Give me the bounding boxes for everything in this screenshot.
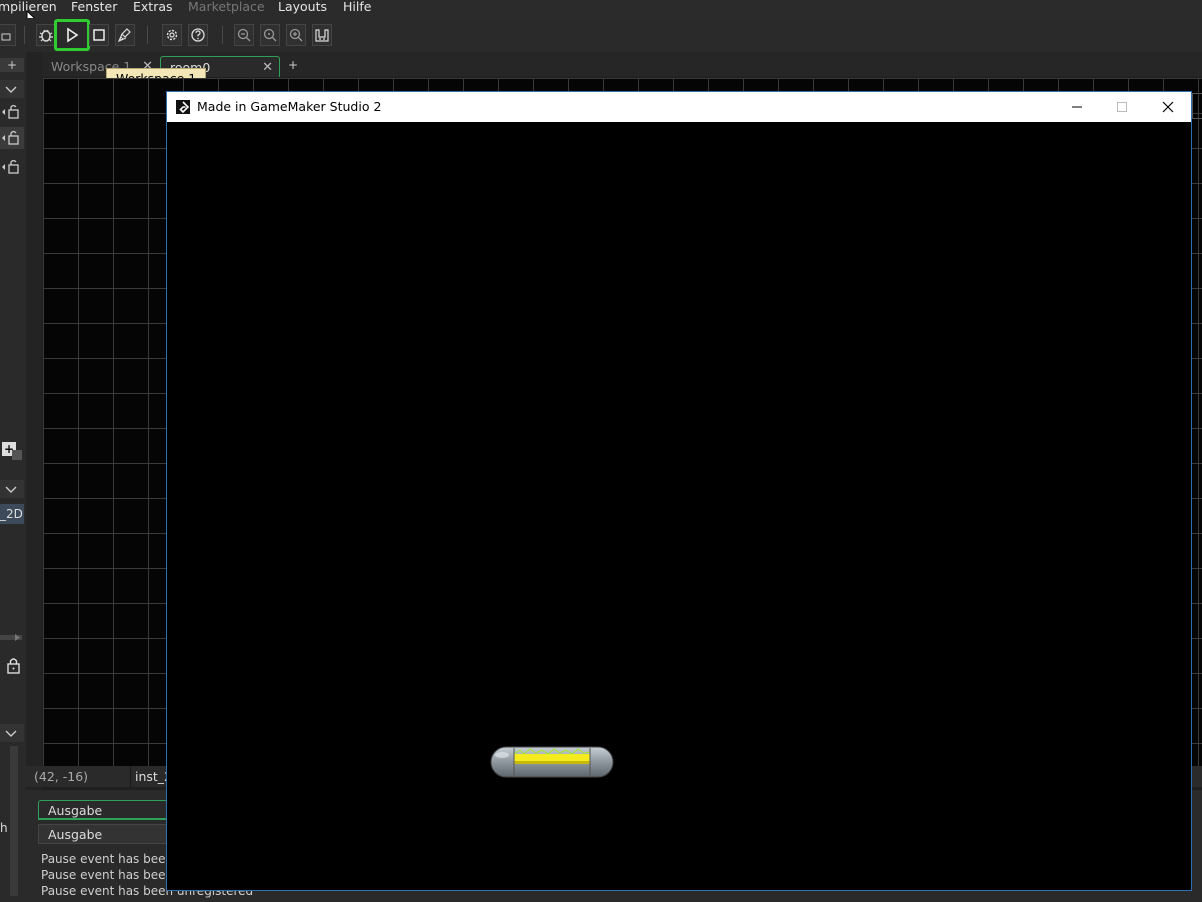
vertical-scrollbar[interactable] xyxy=(10,746,18,896)
game-window[interactable]: Made in GameMaker Studio 2 xyxy=(166,91,1192,891)
layer-row-selected[interactable] xyxy=(0,127,24,149)
zoom-reset-icon xyxy=(263,28,277,42)
lock-icon[interactable] xyxy=(6,656,22,674)
stop-icon xyxy=(93,29,105,41)
gamepad-icon xyxy=(315,29,329,42)
chevron-down-icon xyxy=(5,86,17,93)
dock-add-button[interactable]: + xyxy=(0,58,24,72)
menu-item-marketplace[interactable]: Marketplace xyxy=(188,0,265,14)
add-tab-button[interactable]: + xyxy=(288,58,298,72)
zoom-in-button[interactable] xyxy=(286,24,306,46)
clean-brush-icon xyxy=(117,28,131,43)
layer-row[interactable] xyxy=(0,102,24,122)
left-dock-strip: + + _2DD h xyxy=(0,52,27,902)
minimize-button[interactable] xyxy=(1054,92,1100,122)
close-icon xyxy=(1162,101,1174,113)
menu-item-window[interactable]: Fenster xyxy=(71,0,117,14)
room-editor-edge xyxy=(1192,93,1202,119)
output-line: Pause event has been xyxy=(41,852,174,866)
menu-item-extras[interactable]: Extras xyxy=(133,0,173,14)
output-line: Pause event has been xyxy=(41,868,174,882)
toolbar-partial-button[interactable] xyxy=(0,24,16,46)
lock-icon xyxy=(2,104,19,119)
maximize-icon xyxy=(1117,102,1127,112)
cursor-coordinates: (42, -16) xyxy=(34,769,89,784)
properties-collapse-button[interactable] xyxy=(0,480,24,498)
gear-icon xyxy=(166,29,178,41)
help-icon xyxy=(191,28,205,42)
close-icon[interactable]: ✕ xyxy=(262,57,273,78)
lock-icon xyxy=(2,159,19,174)
zoom-reset-button[interactable] xyxy=(260,24,280,46)
stop-button[interactable] xyxy=(89,24,109,46)
chevron-right-icon xyxy=(15,634,20,641)
game-window-title: Made in GameMaker Studio 2 xyxy=(197,99,382,114)
layer-row[interactable] xyxy=(0,157,24,177)
asset-fragment-label[interactable]: _2DD xyxy=(0,504,24,524)
play-icon xyxy=(67,27,79,43)
help-button[interactable] xyxy=(188,24,208,46)
debug-bug-icon xyxy=(39,29,53,42)
menu-item-layouts[interactable]: Layouts xyxy=(278,0,327,14)
workspace-tab-bar: Workspace 1 ✕ room0 ✕ + xyxy=(42,52,1202,77)
debug-button[interactable] xyxy=(36,24,56,46)
output-header: Ausgabe xyxy=(38,824,178,844)
lock-icon xyxy=(1,33,11,41)
status-divider xyxy=(130,766,131,787)
menu-item-help[interactable]: Hilfe xyxy=(343,0,371,14)
toolbar-separator xyxy=(147,26,148,44)
game-window-titlebar[interactable]: Made in GameMaker Studio 2 xyxy=(167,92,1191,122)
zoom-out-button[interactable] xyxy=(234,24,254,46)
paddle-capsule-sprite xyxy=(490,746,614,778)
layers-collapse-button[interactable] xyxy=(0,80,24,98)
gamepad-button[interactable] xyxy=(312,24,332,46)
game-viewport[interactable] xyxy=(167,122,1191,890)
clean-button[interactable] xyxy=(115,24,135,46)
maximize-button[interactable] xyxy=(1099,92,1145,122)
chevron-down-icon xyxy=(5,486,17,493)
tab-output[interactable]: Ausgabe xyxy=(38,800,178,820)
edge-label: h xyxy=(0,821,8,835)
zoom-out-icon xyxy=(237,28,251,42)
close-button[interactable] xyxy=(1145,92,1191,122)
lock-icon xyxy=(2,130,19,145)
toolbar xyxy=(0,18,1202,53)
minimize-icon xyxy=(1072,106,1082,108)
settings-button[interactable] xyxy=(162,24,182,46)
add-folder-icon xyxy=(12,450,22,460)
menu-bar: mpilieren Fenster Extras Marketplace Lay… xyxy=(0,0,1202,18)
toolbar-separator xyxy=(24,26,25,44)
output-collapse-button[interactable] xyxy=(0,724,24,742)
output-panel-edge xyxy=(1192,790,1202,902)
chevron-down-icon xyxy=(5,730,17,737)
gamemaker-logo-icon xyxy=(176,100,190,114)
run-button[interactable] xyxy=(54,19,90,51)
zoom-in-icon xyxy=(289,28,303,42)
toolbar-separator xyxy=(222,26,223,44)
